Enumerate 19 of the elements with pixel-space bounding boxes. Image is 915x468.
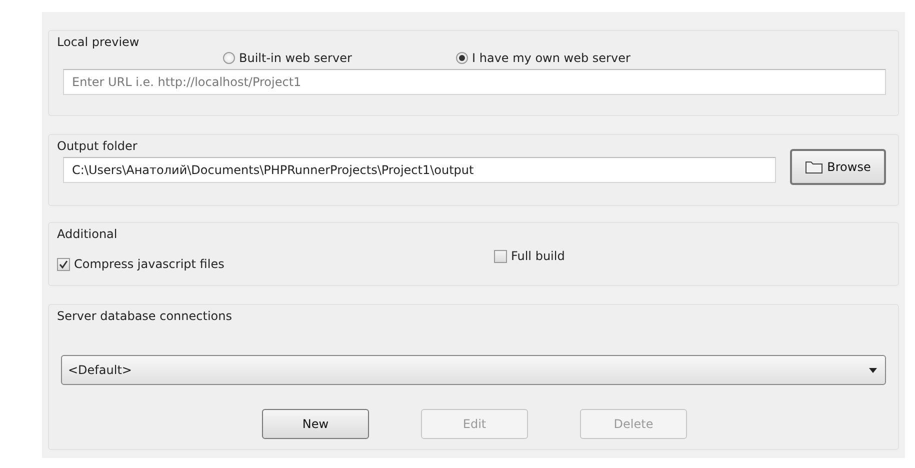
radio-label: I have my own web server	[472, 51, 630, 65]
button[interactable]: New	[262, 409, 369, 439]
checkbox-label: Compress javascript files	[74, 257, 224, 271]
caret-icon	[869, 368, 877, 372]
browse-button[interactable]: Browse	[790, 149, 886, 185]
group-title: Additional	[57, 227, 118, 241]
radio-button[interactable]	[223, 52, 235, 64]
group-title: Output folder	[57, 139, 138, 153]
folder-icon	[805, 160, 824, 174]
group-title: Local preview	[57, 35, 140, 49]
group-title: Server database connections	[57, 309, 232, 323]
checkbox[interactable]	[494, 250, 507, 262]
radio-button[interactable]	[456, 52, 468, 64]
checkbox[interactable]	[57, 258, 70, 270]
radio-label: Built-in web server	[239, 51, 352, 65]
dropdown[interactable]: <Default>	[61, 355, 886, 385]
text-field[interactable]: C:\Users\Анатолий\Documents\PHPRunnerProjects\Project1\output	[63, 157, 776, 183]
text-field[interactable]: Enter URL i.e. http://localhost/Project1	[63, 69, 886, 95]
checkbox-label: Full build	[511, 249, 565, 263]
